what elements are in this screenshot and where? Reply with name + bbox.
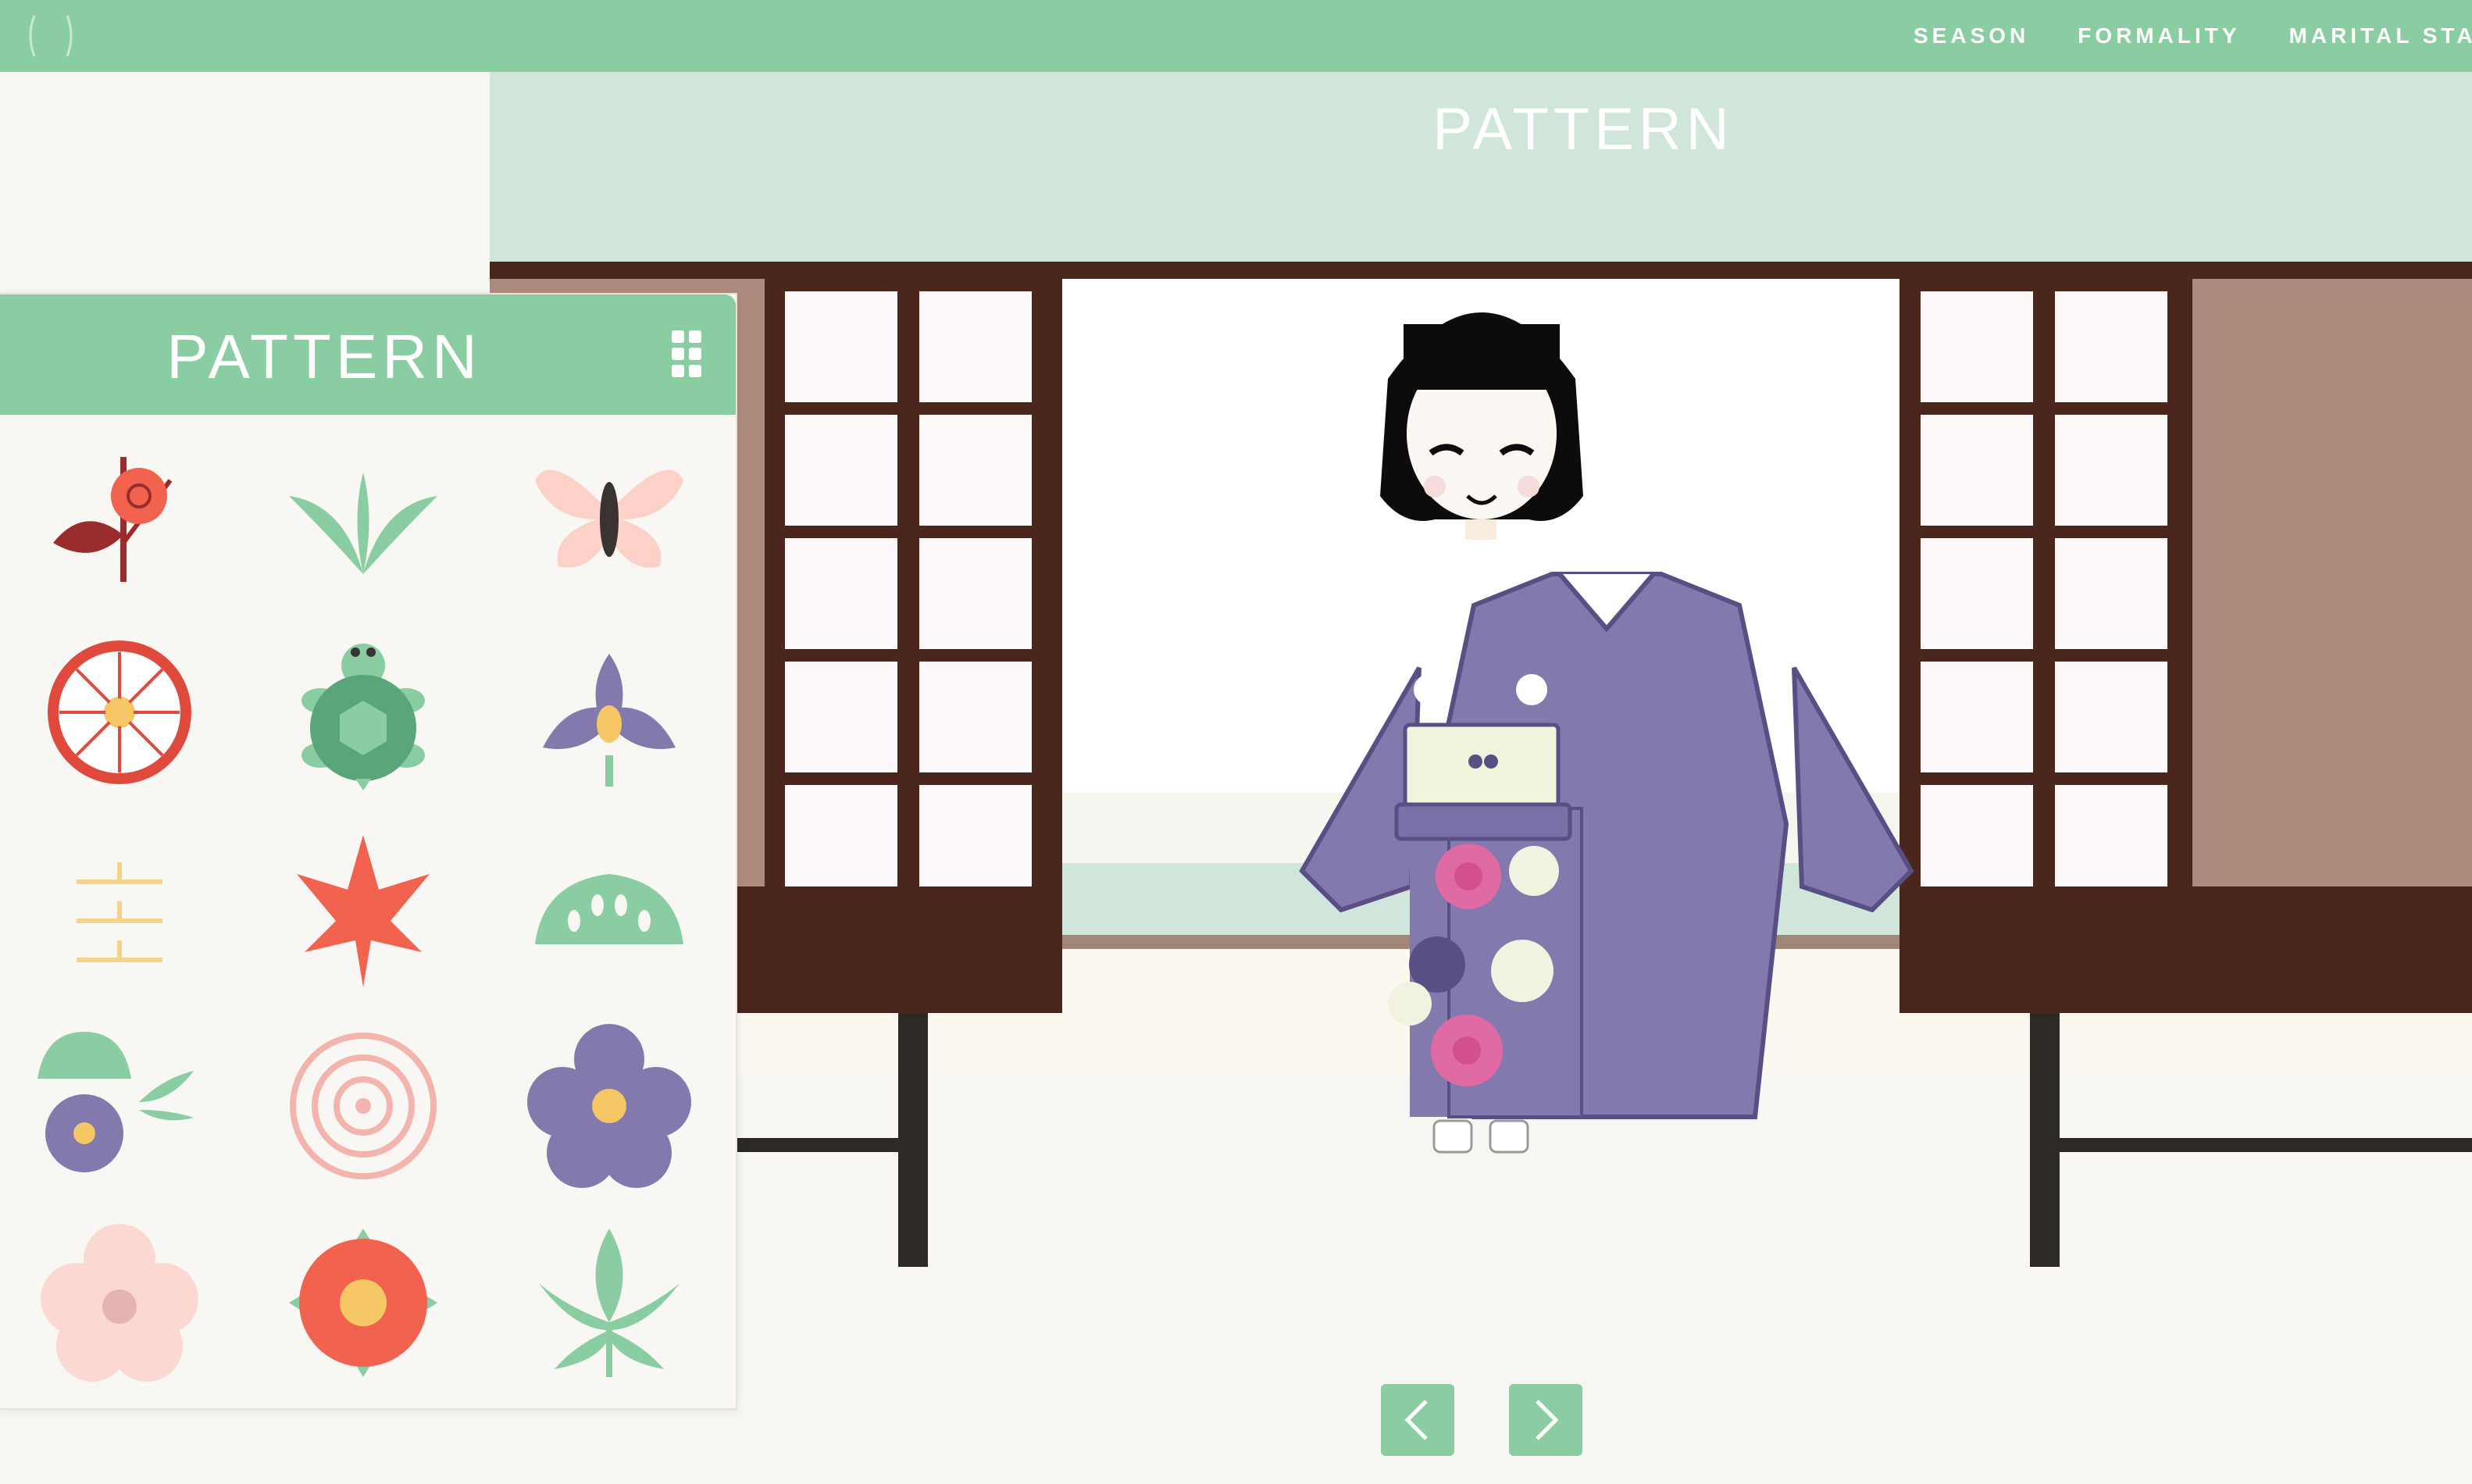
pattern-chrysanthemum[interactable] [30, 622, 209, 802]
top-navigation-bar: SEASON FORMALITY MARITAL STATUS [0, 0, 2472, 72]
nav-season[interactable]: SEASON [1914, 23, 2029, 48]
turtle-icon [301, 644, 425, 790]
pattern-panel-header: PATTERN [0, 294, 736, 415]
pattern-bamboo-leaf[interactable] [273, 426, 453, 605]
pattern-camellia[interactable] [273, 1213, 453, 1393]
bellflower-icon [527, 1024, 691, 1188]
nav-formality[interactable]: FORMALITY [2078, 23, 2240, 48]
peony-icon [290, 1033, 437, 1179]
pattern-mist[interactable] [30, 819, 209, 999]
chevron-left-icon [1404, 1400, 1428, 1440]
pattern-panel: PATTERN [0, 293, 737, 1410]
right-shoji-screen [1899, 279, 2192, 896]
previous-button[interactable] [1381, 1384, 1454, 1456]
pine-icon [535, 874, 683, 944]
pattern-pine[interactable] [519, 819, 699, 999]
stage-banner: PATTERN [490, 72, 2472, 262]
pattern-butterfly[interactable] [519, 426, 699, 605]
pattern-panel-title: PATTERN [166, 322, 482, 391]
left-shoji-screen [765, 279, 1062, 896]
maple-leaf-icon [297, 835, 430, 987]
pattern-hemp-leaf[interactable] [519, 1213, 699, 1393]
camellia-icon [289, 1229, 437, 1377]
pattern-cherry-blossom[interactable] [30, 1213, 209, 1393]
chrysanthemum-icon [48, 640, 191, 784]
butterfly-icon [535, 469, 683, 568]
next-button[interactable] [1509, 1384, 1582, 1456]
pattern-plum-blossom[interactable] [30, 426, 209, 605]
chevron-right-icon [1536, 1400, 1559, 1440]
stage: PATTERN [490, 72, 2472, 1484]
hemp-leaf-icon [539, 1229, 680, 1377]
pattern-maple-leaf[interactable] [273, 819, 453, 999]
iris-icon [543, 654, 676, 787]
pattern-pine-bamboo-plum[interactable] [30, 1016, 209, 1196]
pattern-peony[interactable] [273, 1016, 453, 1196]
pattern-iris[interactable] [519, 622, 699, 802]
pattern-turtle[interactable] [273, 622, 453, 802]
bracket-logo-icon[interactable] [23, 11, 78, 61]
room-scene [490, 262, 2472, 1484]
pattern-bellflower[interactable] [519, 1016, 699, 1196]
pine-bamboo-plum-icon [37, 1032, 194, 1172]
top-nav: SEASON FORMALITY MARITAL STATUS [1914, 0, 2472, 72]
bamboo-leaf-icon [289, 473, 437, 574]
stage-title: PATTERN [1432, 96, 1734, 162]
plum-blossom-icon [53, 457, 173, 582]
nav-marital-status[interactable]: MARITAL STATUS [2289, 23, 2472, 48]
cherry-blossom-icon [41, 1224, 198, 1382]
mist-icon [77, 862, 162, 962]
grid-menu-icon[interactable] [670, 329, 703, 379]
